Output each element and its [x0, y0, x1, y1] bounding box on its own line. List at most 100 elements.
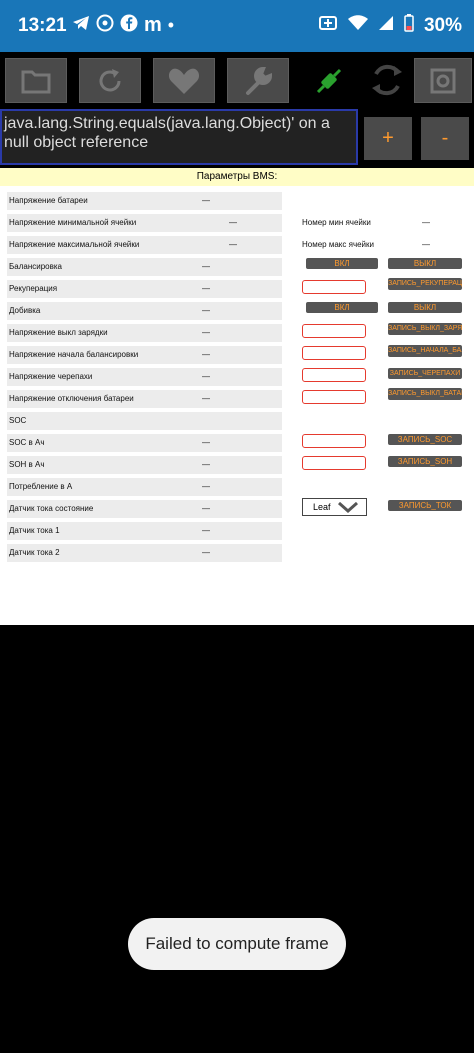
- write-soc-button[interactable]: ЗАПИСЬ_SOC: [388, 434, 462, 445]
- notification-icons: m •: [72, 14, 174, 37]
- chevron-down-icon: [338, 502, 358, 513]
- row-soc: SOC: [7, 412, 282, 430]
- write-soh-button[interactable]: ЗАПИСЬ_SOH: [388, 456, 462, 467]
- row-recuperation: Рекуперация —: [7, 280, 282, 298]
- min-cell-number-value: —: [422, 218, 430, 227]
- row-current-sensor-state: Датчик тока состояние —: [7, 500, 282, 518]
- status-bar: 13:21 m • 30%: [0, 0, 474, 52]
- row-soc-ah: SOC в Ач —: [7, 434, 282, 452]
- row-label: Датчик тока 1: [9, 526, 60, 535]
- row-value: —: [202, 372, 210, 381]
- refresh-icon: [99, 68, 121, 91]
- row-value: —: [202, 460, 210, 469]
- row-balance-start-voltage: Напряжение начала балансировки —: [7, 346, 282, 364]
- row-label: Потребление в А: [9, 482, 73, 491]
- row-min-cell-voltage: Напряжение минимальной ячейки —: [7, 214, 282, 232]
- max-cell-number-label: Номер макс ячейки: [302, 240, 374, 249]
- wifi-icon: [347, 15, 368, 37]
- balancing-off-button[interactable]: ВЫКЛ: [388, 258, 462, 269]
- sync-button[interactable]: [368, 60, 406, 105]
- favorite-button[interactable]: [153, 58, 215, 103]
- folder-icon: [21, 70, 51, 93]
- connection-button[interactable]: [312, 64, 346, 103]
- row-label: Напряжение начала балансировки: [9, 350, 139, 359]
- min-cell-number-label: Номер мин ячейки: [302, 218, 371, 227]
- folder-button[interactable]: [5, 58, 67, 103]
- write-recuperation-button[interactable]: ЗАПИСЬ_РЕКУПЕРАЦИИ: [388, 278, 462, 290]
- row-battery-voltage: Напряжение батареи —: [7, 192, 282, 210]
- sync-icon: [372, 64, 402, 96]
- write-current-button[interactable]: ЗАПИСЬ_ТОК: [388, 500, 462, 511]
- row-label: Напряжение батареи: [9, 196, 88, 205]
- row-value: —: [202, 504, 210, 513]
- m-app-icon: m: [144, 14, 162, 36]
- refresh-button[interactable]: [79, 58, 141, 103]
- battery-off-voltage-input[interactable]: [302, 390, 366, 404]
- row-value: —: [202, 262, 210, 271]
- dot-icon: •: [167, 15, 175, 35]
- recuperation-input[interactable]: [302, 280, 366, 294]
- telegram-icon: [72, 15, 90, 36]
- row-soh-ah: SOH в Ач —: [7, 456, 282, 474]
- row-label: Рекуперация: [9, 284, 58, 293]
- turtle-voltage-input[interactable]: [302, 368, 366, 382]
- row-label: Датчик тока 2: [9, 548, 60, 557]
- soc-input[interactable]: [302, 434, 366, 448]
- row-label: Напряжение минимальной ячейки: [9, 218, 137, 227]
- gear-button[interactable]: [414, 58, 472, 103]
- row-value: —: [202, 526, 210, 535]
- viber-icon: [96, 14, 114, 37]
- row-value: —: [202, 350, 210, 359]
- row-label: Балансировка: [9, 262, 62, 271]
- row-current-sensor-2: Датчик тока 2 —: [7, 544, 282, 562]
- battery-percent: 30%: [423, 15, 462, 36]
- plug-connected-icon: [316, 68, 342, 94]
- wrench-icon: [246, 66, 273, 95]
- row-charge-off-voltage: Напряжение выкл зарядки —: [7, 324, 282, 342]
- settings-wrench-button[interactable]: [227, 58, 289, 103]
- write-turtle-button[interactable]: ЗАПИСЬ_ЧЕРЕПАХИ: [388, 368, 462, 379]
- row-label: Напряжение максимальной ячейки: [9, 240, 140, 249]
- alarm-icon: [318, 14, 338, 38]
- row-label: SOC: [9, 416, 27, 425]
- row-value: —: [229, 218, 237, 227]
- soh-input[interactable]: [302, 456, 366, 470]
- max-cell-number-value: —: [422, 240, 430, 249]
- signal-icon: [378, 15, 394, 37]
- row-label: Добивка: [9, 306, 41, 315]
- current-sensor-select[interactable]: Leaf: [302, 498, 367, 516]
- plus-button[interactable]: +: [364, 117, 412, 160]
- row-value: —: [202, 306, 210, 315]
- row-consumption: Потребление в А —: [7, 478, 282, 496]
- row-max-cell-voltage: Напряжение максимальной ячейки —: [7, 236, 282, 254]
- toolbar: [0, 52, 474, 109]
- row-balancing: Балансировка —: [7, 258, 282, 276]
- panel-title: Параметры BMS:: [0, 168, 474, 186]
- row-label: SOC в Ач: [9, 438, 45, 447]
- charge-off-voltage-input[interactable]: [302, 324, 366, 338]
- select-value: Leaf: [313, 502, 331, 512]
- battery-icon: [404, 14, 414, 38]
- row-value: —: [202, 482, 210, 491]
- write-battery-off-button[interactable]: ЗАПИСЬ_ВЫКЛ_БАТАРЕИ: [388, 388, 462, 400]
- balancing-on-button[interactable]: ВКЛ: [306, 258, 378, 269]
- topup-off-button[interactable]: ВЫКЛ: [388, 302, 462, 313]
- row-value: —: [202, 328, 210, 337]
- minus-button[interactable]: -: [421, 117, 469, 160]
- row-label: Напряжение черепахи: [9, 372, 93, 381]
- row-value: —: [202, 394, 210, 403]
- row-value: —: [202, 196, 210, 205]
- write-charge-off-button[interactable]: ЗАПИСЬ_ВЫКЛ_ЗАРЯДКИ: [388, 323, 462, 335]
- status-right: 30%: [318, 14, 462, 38]
- row-value: —: [202, 548, 210, 557]
- write-balance-start-button[interactable]: ЗАПИСЬ_НАЧАЛА_БАЛАНСИРОВКИ: [388, 345, 462, 357]
- toast-message: Failed to compute frame: [128, 918, 346, 970]
- row-value: —: [202, 284, 210, 293]
- topup-on-button[interactable]: ВКЛ: [306, 302, 378, 313]
- bms-panel: Параметры BMS: Напряжение батареи — Напря…: [0, 168, 474, 625]
- row-value: —: [202, 438, 210, 447]
- row-label: SOH в Ач: [9, 460, 45, 469]
- status-time: 13:21: [18, 15, 67, 36]
- balance-start-voltage-input[interactable]: [302, 346, 366, 360]
- row-battery-off-voltage: Напряжение отключения батареи —: [7, 390, 282, 408]
